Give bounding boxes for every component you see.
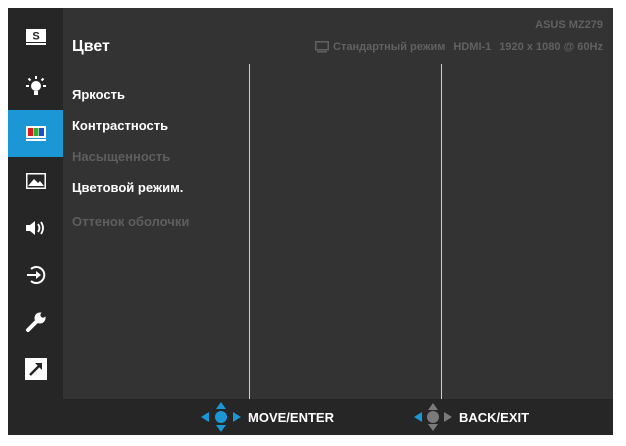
main-panel: Цвет ASUS MZ279 Стандартный режим HDMI-1… [63,8,613,399]
sidebar: S [8,8,63,399]
brightness-icon [25,75,46,95]
menu-item-contrast[interactable]: Контрастность [72,118,168,133]
five-way-joystick-icon [201,402,241,432]
menu-item-skin-tone: Оттенок оболочки [72,214,190,229]
shortcut-icon [24,357,47,380]
monitor-icon [315,41,329,53]
model-name: ASUS MZ279 [535,19,603,31]
sidebar-item-sound[interactable] [8,204,63,251]
splendid-icon: S [25,28,46,45]
sidebar-item-splendid[interactable]: S [8,13,63,60]
sidebar-item-shortcut[interactable] [8,345,63,392]
menu-item-color-temp[interactable]: Цветовой режим. [72,180,183,195]
footer-hint-bar: MOVE/ENTER BACK/EXIT [8,399,613,435]
status-resolution: 1920 x 1080 @ 60Hz [499,41,603,53]
back-exit-hint: BACK/EXIT [413,399,529,435]
sound-icon [25,220,44,235]
sidebar-item-image[interactable] [8,157,63,204]
image-icon [25,172,46,189]
sidebar-item-color[interactable] [8,110,63,157]
menu-item-saturation: Насыщенность [72,149,171,164]
svg-text:S: S [32,30,39,42]
sidebar-item-input-select[interactable] [8,251,63,298]
menu-item-brightness[interactable]: Яркость [72,87,125,102]
sidebar-item-system-setup[interactable] [8,298,63,345]
joystick-back-icon [414,403,452,431]
color-icon [25,125,46,141]
status-input: HDMI-1 [453,41,492,53]
sidebar-item-brightness[interactable] [8,63,63,110]
column-divider [441,64,442,399]
move-enter-hint: MOVE/ENTER [200,399,334,435]
status-bar: Стандартный режим HDMI-1 1920 x 1080 @ 6… [315,41,603,53]
column-divider [249,64,250,399]
system-setup-icon [25,311,46,332]
input-select-icon [26,265,45,284]
back-exit-label: BACK/EXIT [459,409,530,425]
move-enter-label: MOVE/ENTER [248,409,334,425]
status-mode: Стандартный режим [333,41,446,53]
osd-menu: S Цвет ASUS MZ279 Стандартный режим HDMI… [8,8,613,435]
page-title: Цвет [72,38,110,55]
